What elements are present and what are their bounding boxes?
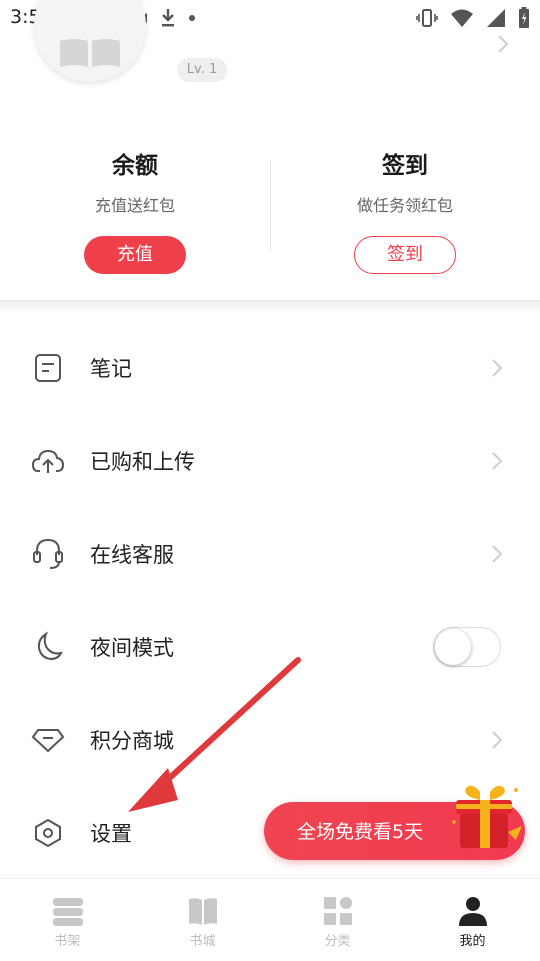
toggle-knob [435,628,471,665]
gift-box-icon[interactable] [450,782,526,854]
note-icon [30,350,66,386]
tab-label: 我的 [459,934,486,949]
signin-button[interactable]: 签到 [354,236,456,274]
signin-title: 签到 [382,153,428,179]
system-status-icons [416,7,530,29]
menu-item-night-mode: 夜间模式 [0,600,540,693]
menu-item-label: 在线客服 [90,542,174,567]
menu-item-purchased[interactable]: 已购和上传 [0,414,540,507]
avatar[interactable] [34,0,146,82]
tab-bookstore[interactable]: 书城 [135,879,270,961]
menu-item-label: 已购和上传 [90,449,195,474]
menu-item-label: 设置 [90,821,132,846]
person-icon [458,897,487,926]
balance-title: 余额 [112,153,158,179]
card-shadow [0,300,540,314]
category-icon [323,897,352,925]
diamond-icon [30,722,66,758]
bottom-tab-bar: 书架 书城 分类 我的 [0,878,540,961]
battery-icon [519,7,529,28]
chevron-right-icon [492,358,503,377]
tab-label: 分类 [324,934,351,949]
chevron-right-icon [492,544,503,563]
balance-subtitle: 充值送红包 [94,196,175,215]
menu-item-label: 笔记 [90,356,132,381]
book-placeholder-icon [60,39,120,67]
tab-category[interactable]: 分类 [270,879,405,961]
wifi-icon [451,9,473,27]
cellular-signal-icon [487,9,505,27]
chevron-right-icon [492,451,503,470]
dot-notification-icon [189,15,195,21]
cloud-upload-icon [30,443,66,479]
headset-icon [30,536,66,572]
profile-chevron-right-icon[interactable] [496,33,510,55]
moon-icon [30,629,66,665]
recharge-button[interactable]: 充值 [84,236,186,274]
tab-bookshelf[interactable]: 书架 [0,879,135,961]
menu-item-customer-service[interactable]: 在线客服 [0,507,540,600]
menu-item-notes[interactable]: 笔记 [0,321,540,414]
level-badge: Lv. 1 [177,58,227,82]
settings-hexagon-icon [30,815,66,851]
balance-section: 余额 充值送红包 充值 [0,120,270,274]
chevron-right-icon [492,730,503,749]
tab-label: 书城 [189,934,216,949]
wallet-card: 余额 充值送红包 充值 签到 做任务领红包 签到 [0,120,540,302]
menu-item-label: 夜间模式 [90,635,174,660]
signin-subtitle: 做任务领红包 [356,196,453,215]
night-mode-toggle[interactable] [433,626,501,667]
vibrate-icon [416,9,438,27]
promo-text: 全场免费看5天 [297,821,424,843]
book-icon [188,898,217,925]
signin-section: 签到 做任务领红包 签到 [270,120,540,274]
download-notification-icon [162,9,174,27]
menu-item-label: 积分商城 [90,728,174,753]
menu-item-points-mall[interactable]: 积分商城 [0,693,540,786]
bookshelf-icon [52,898,83,926]
tab-label: 书架 [54,934,81,949]
tab-mine[interactable]: 我的 [405,879,540,961]
